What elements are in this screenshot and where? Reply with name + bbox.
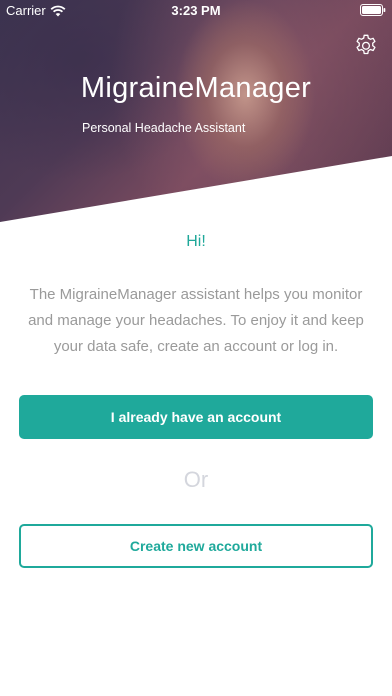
create-account-button[interactable]: Create new account: [19, 524, 373, 568]
battery-icon: [360, 4, 386, 16]
app-title: MigraineManager: [80, 72, 312, 104]
or-separator: Or: [183, 467, 209, 492]
status-time: 3:23 PM: [171, 3, 221, 18]
onboarding-screen: Carrier 3:23 PM MigraineManager Personal…: [0, 0, 392, 696]
status-bar: Carrier 3:23 PM: [0, 0, 392, 20]
login-button[interactable]: I already have an account: [19, 395, 373, 439]
app-subtitle: Personal Headache Assistant: [82, 121, 246, 135]
gear-icon[interactable]: [354, 33, 378, 57]
greeting-text: Hi!: [186, 233, 206, 250]
intro-text: The MigraineManager assistant helps you …: [28, 286, 364, 355]
